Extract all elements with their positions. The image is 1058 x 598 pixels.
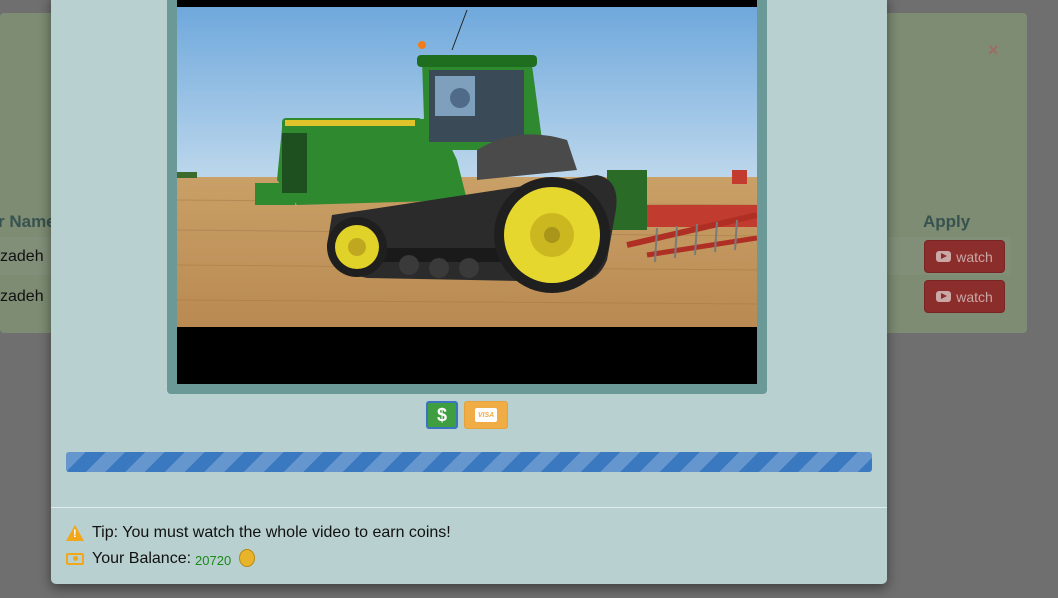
watch-button-label: watch [956, 248, 993, 265]
table-cell-name: zadeh [0, 288, 44, 305]
visa-card-icon: VISA [475, 408, 497, 422]
table-cell-name: zadeh [0, 248, 44, 265]
tractor-video-frame [177, 0, 757, 384]
visa-payment-button[interactable]: VISA [464, 401, 508, 429]
dollar-payment-button[interactable]: $ [426, 401, 458, 429]
balance-label: Your Balance: [92, 549, 192, 567]
tip-text: Tip: You must watch the whole video to e… [92, 524, 451, 541]
balance-line: Your Balance: 20720 [66, 547, 255, 570]
tip-line: ! Tip: You must watch the whole video to… [66, 524, 451, 542]
modal-footer-divider [51, 507, 887, 508]
warning-icon: ! [66, 525, 84, 541]
payment-method-selector: $ VISA [426, 401, 508, 429]
youtube-icon [936, 251, 952, 262]
video-modal: $ VISA ! Tip: You must watch the whole v… [51, 0, 887, 584]
column-header-name: r Name [0, 212, 56, 231]
background-close-button[interactable]: × [988, 40, 999, 61]
watch-button-label: watch [956, 288, 993, 305]
video-player[interactable] [177, 0, 757, 384]
coin-icon [238, 549, 255, 567]
video-player-frame [167, 0, 767, 394]
watch-button[interactable]: watch [924, 240, 1005, 273]
dollar-icon: $ [436, 404, 447, 425]
watch-button[interactable]: watch [924, 280, 1005, 313]
column-header-apply: Apply [923, 212, 971, 231]
youtube-icon [936, 291, 952, 302]
balance-value: 20720 [195, 553, 232, 568]
money-icon [66, 552, 84, 565]
watch-progress-bar [66, 452, 872, 472]
